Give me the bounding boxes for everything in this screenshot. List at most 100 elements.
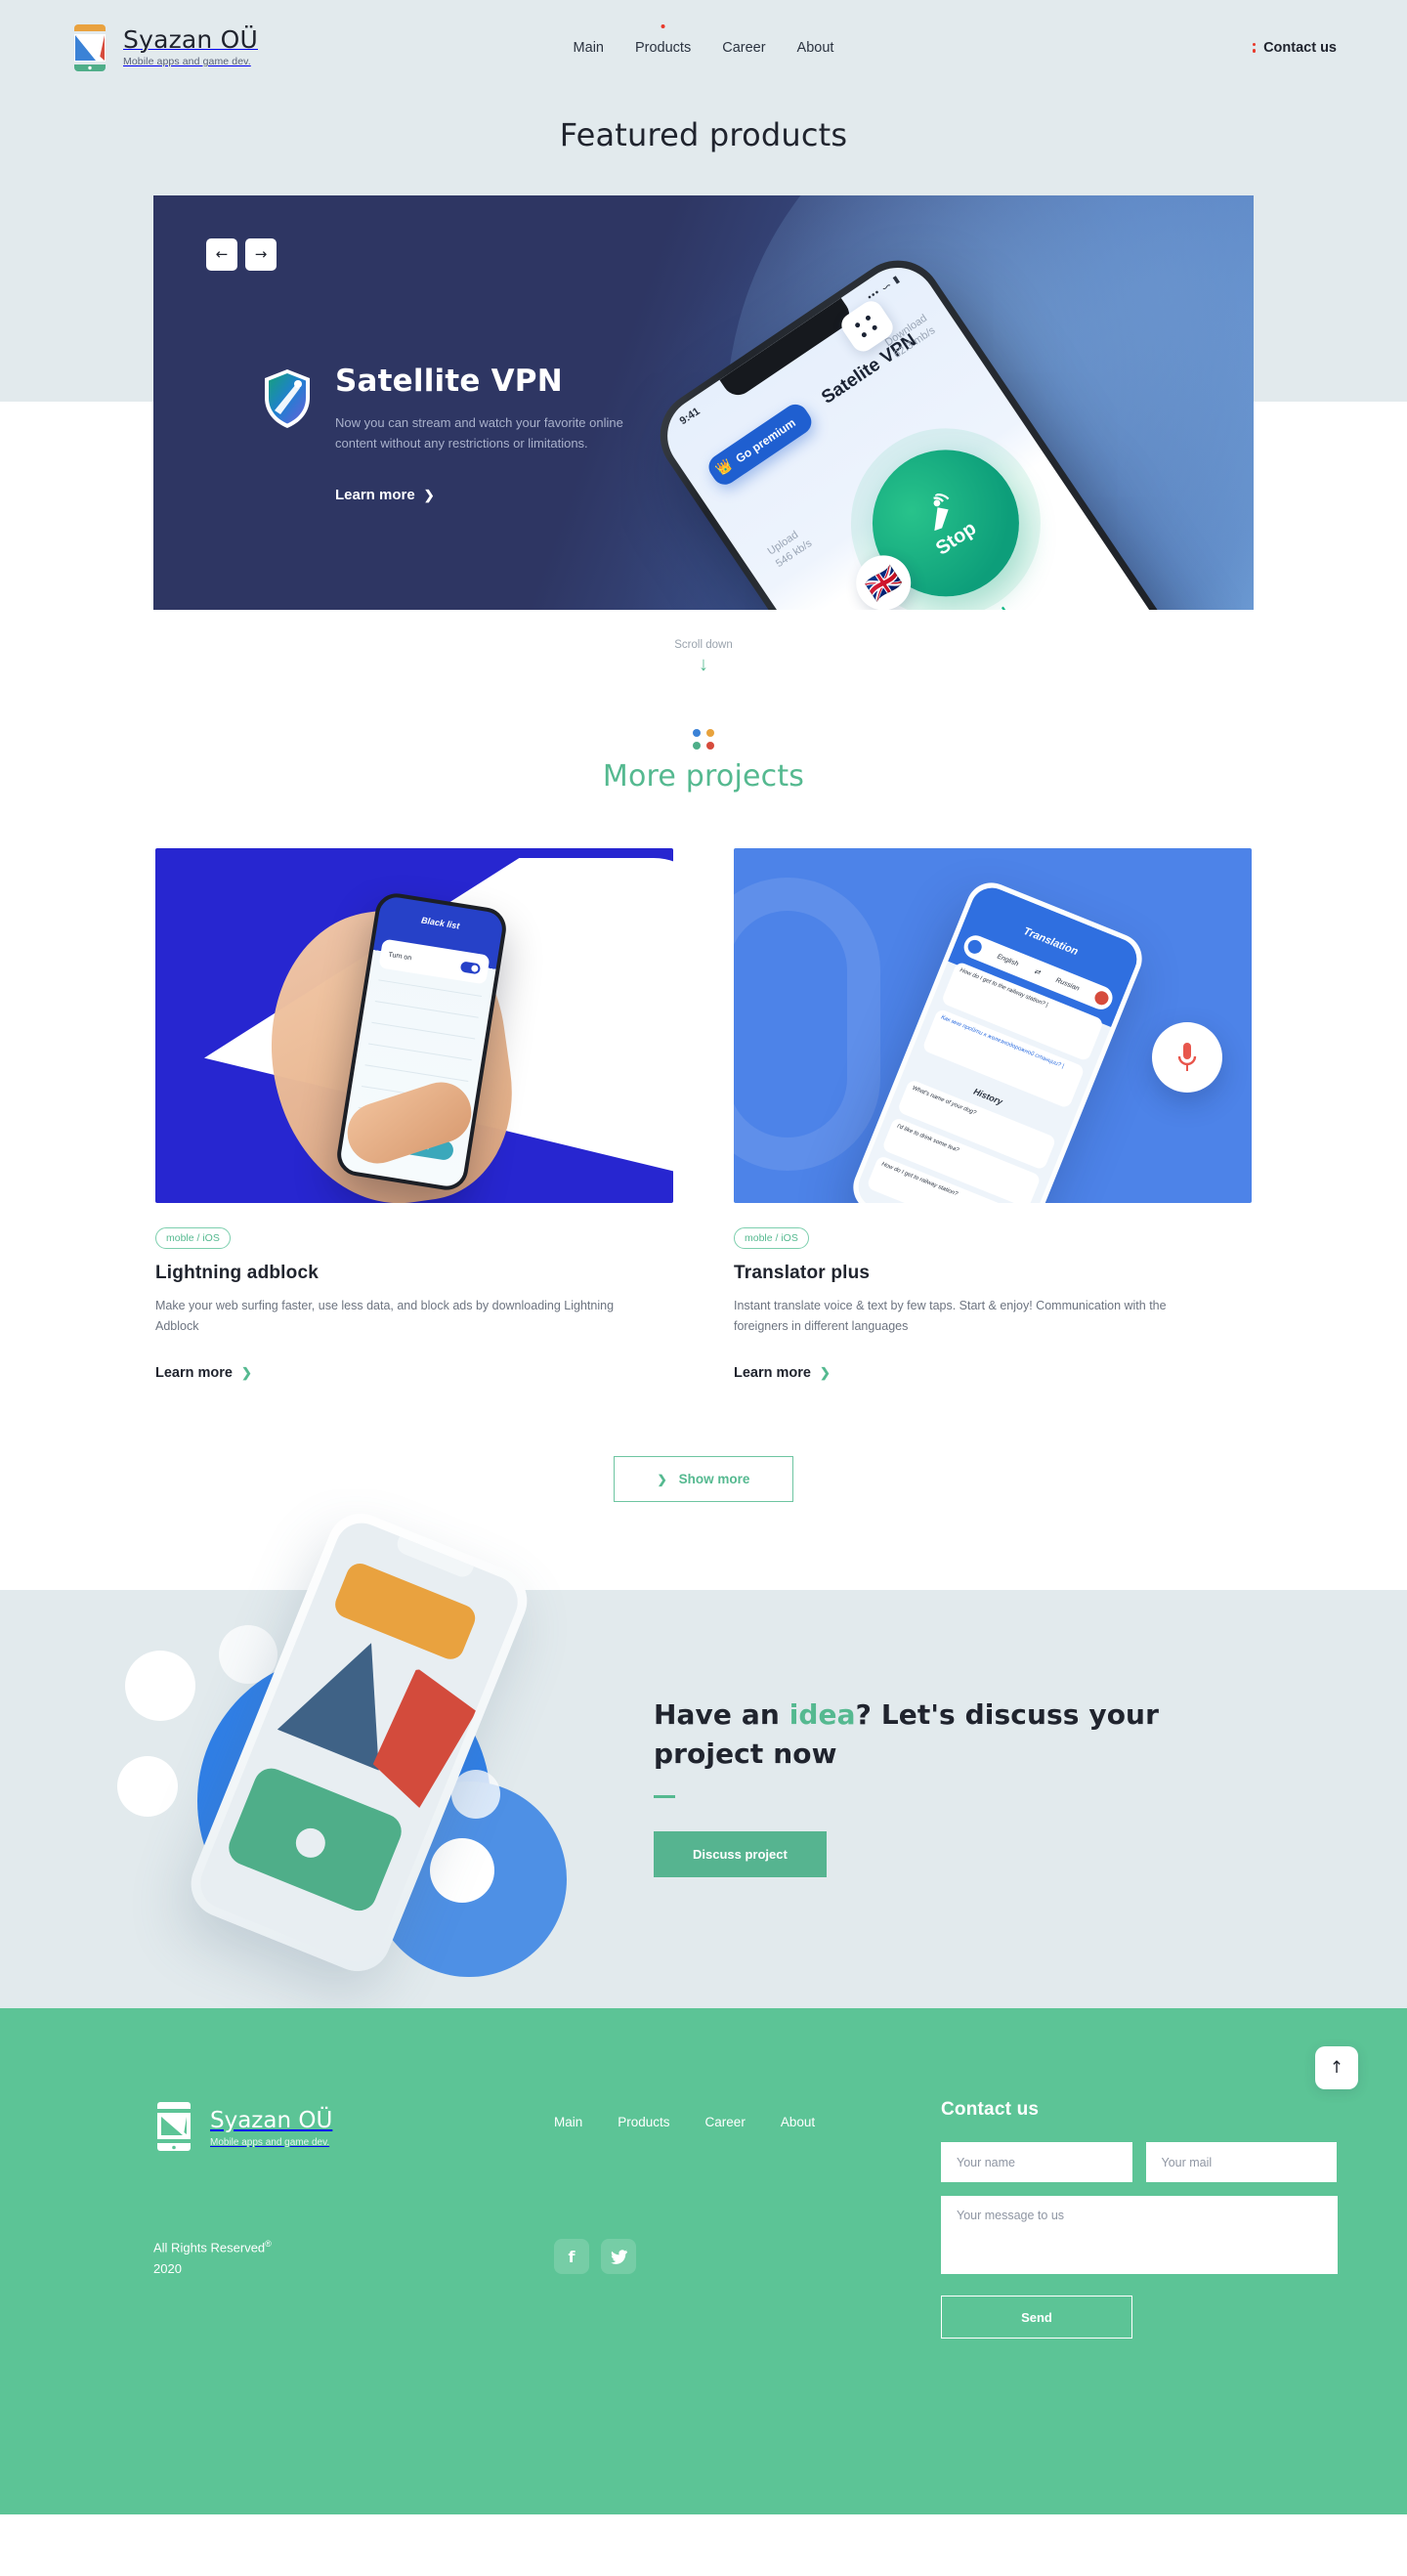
footer-contact-title: Contact us [941,2099,1040,2121]
nav-item-products[interactable]: Products [635,36,691,60]
footer-brand-tagline: Mobile apps and game dev. [210,2136,330,2148]
show-more-button[interactable]: ❯ Show more [613,1456,794,1503]
footer-brand-logo[interactable]: Syazan OÜ Mobile apps and game dev. [153,2099,554,2156]
adblock-toggle-row: Turn on [378,938,490,985]
slide-learn-more-label: Learn more [335,487,415,504]
footer-nav: Main Products Career About [554,2115,876,2129]
shape-green [223,1763,407,1916]
russia-flag-icon [1092,989,1111,1008]
facebook-icon[interactable]: f [554,2239,589,2275]
nav-item-main[interactable]: Main [574,36,604,60]
slider-controls: ← → [206,238,277,271]
show-more-label: Show more [678,1472,750,1487]
cta-heading-accent: idea [789,1698,856,1732]
send-button[interactable]: Send [941,2296,1132,2340]
nav-item-career[interactable]: Career [722,36,765,60]
project-learn-more-link[interactable]: Learn more ❯ [155,1365,252,1381]
footer-nav-item-career[interactable]: Career [705,2115,746,2129]
page-title: Featured products [559,116,848,153]
footer-nav-item-main[interactable]: Main [554,2115,582,2129]
copyright-year: 2020 [153,2261,182,2277]
toggle-switch-icon [459,960,482,974]
logo-icon [153,2099,194,2156]
cta-divider [654,1794,675,1798]
email-input[interactable] [1145,2142,1337,2183]
uk-flag-icon [965,937,984,956]
contact-us-label: Contact us [1263,39,1337,56]
project-tag: moble / iOS [155,1227,231,1249]
lang-from: English [996,952,1020,968]
chevron-down-icon: ❯ [657,1472,667,1486]
more-projects-title: More projects [602,759,805,794]
brand-tagline: Mobile apps and game dev. [123,56,251,68]
project-description: Make your web surfing faster, use less d… [155,1299,615,1333]
chevron-right-icon: ❯ [240,1365,252,1381]
more-projects-section: More projects [0,729,1407,794]
projects-grid: Black list Turn on Buy Pro version mobl [0,848,1407,1382]
scroll-down-hint[interactable]: Scroll down ↓ [0,639,1407,674]
microphone-icon [1152,1022,1222,1093]
footer-brand-name: Syazan OÜ [210,2107,333,2133]
project-tag: moble / iOS [734,1227,809,1249]
adblock-screen-title: Black list [420,915,461,931]
main-nav: Main Products Career About [574,36,834,60]
brand-name: Syazan OÜ [123,24,258,54]
brand-logo[interactable]: Syazan OÜ Mobile apps and game dev. [70,21,258,75]
cta-illustration [117,1503,567,2055]
featured-slide: ← → 9:41 ••• ᯈ ▮ 👑 Go premium Satelite V… [153,195,1254,610]
phone-status-line: Status: connected [883,604,1013,610]
site-footer: Syazan OÜ Mobile apps and game dev. Main… [0,2008,1407,2515]
vpn-shield-icon [261,367,314,430]
project-title: Translator plus [734,1263,871,1283]
slider-next-button[interactable]: → [245,238,277,271]
project-card-translator-plus[interactable]: Translation English ⇄ Russian How do I g… [734,848,1252,1382]
slide-content: Satellite VPN Now you can stream and wat… [261,364,628,504]
footer-nav-item-about[interactable]: About [781,2115,815,2129]
project-card-lightning-adblock[interactable]: Black list Turn on Buy Pro version mobl [155,848,673,1382]
site-header: Syazan OÜ Mobile apps and game dev. Main… [0,0,1407,95]
four-dots-icon [693,729,714,750]
social-links: f [554,2239,636,2275]
show-more-wrap: ❯ Show more [0,1456,1407,1503]
crown-icon: 👑 [713,456,736,478]
cta-section: Have an idea? Let's discuss your project… [0,1503,1407,2009]
twitter-icon[interactable] [601,2239,636,2275]
cta-text-block: Have an idea? Let's discuss your project… [654,1696,1201,1877]
chevron-right-icon: ❯ [819,1365,831,1381]
rights-text: All Rights Reserved [153,2240,266,2255]
swap-icon: ⇄ [1033,967,1042,977]
copyright-block: All Rights Reserved® 2020 [153,2237,554,2279]
logo-icon [70,21,109,75]
footer-contact-form: Contact us Send [941,2099,1338,2340]
scroll-down-label: Scroll down [674,639,733,651]
featured-slider-wrap: ← → 9:41 ••• ᯈ ▮ 👑 Go premium Satelite V… [0,195,1407,610]
satellite-vpn-phone-mockup: 9:41 ••• ᯈ ▮ 👑 Go premium Satelite VPN D… [642,242,1250,610]
footer-nav-item-products[interactable]: Products [618,2115,669,2129]
nav-item-about[interactable]: About [797,36,834,60]
phone-status-icons: ••• ᯈ ▮ [865,273,903,304]
registered-mark: ® [265,2239,272,2250]
project-title: Lightning adblock [155,1263,319,1283]
slide-title: Satellite VPN [335,364,563,399]
project-learn-more-label: Learn more [734,1365,811,1382]
phone-upload-stat: Upload 546 kb/s [765,525,816,573]
slide-learn-more-link[interactable]: Learn more ❯ [335,487,435,503]
discuss-project-button[interactable]: Discuss project [654,1830,827,1877]
vertical-dots-icon [1252,42,1257,53]
lang-to: Russian [1054,976,1081,993]
phone-go-premium-button: 👑 Go premium [704,400,817,490]
scroll-to-top-button[interactable]: ↑ [1315,2046,1358,2089]
arrow-down-icon: ↓ [699,654,708,675]
contact-us-link[interactable]: Contact us [1252,39,1337,56]
adblock-toggle-label: Turn on [388,951,412,962]
slider-prev-button[interactable]: ← [206,238,237,271]
phone-status-value: connected [934,604,1013,610]
message-textarea[interactable] [941,2196,1338,2275]
project-card-image-adblock: Black list Turn on Buy Pro version [155,848,673,1203]
phone-status-time: 9:41 [677,405,703,428]
phone-go-premium-label: Go premium [733,415,798,466]
project-learn-more-link[interactable]: Learn more ❯ [734,1365,831,1381]
cta-heading-pre: Have an [654,1698,789,1732]
project-card-image-translator: Translation English ⇄ Russian How do I g… [734,848,1252,1203]
name-input[interactable] [941,2142,1132,2183]
